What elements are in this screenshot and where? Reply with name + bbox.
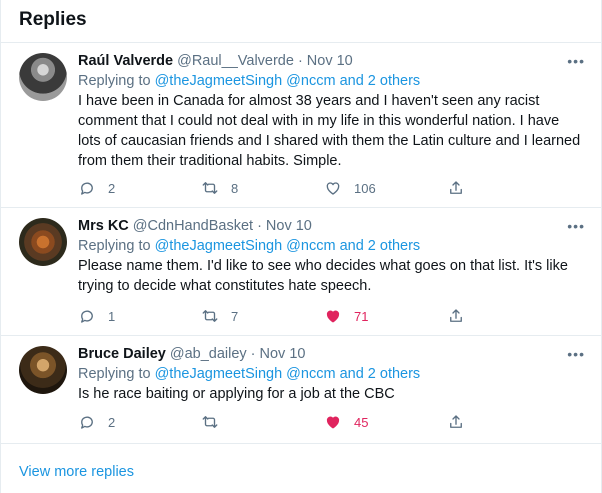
heart-outline-icon — [326, 182, 340, 195]
separator-dot: · — [297, 53, 303, 69]
replying-to-link[interactable]: @theJagmeetSingh @nccm and 2 others — [155, 238, 421, 254]
reply-text: I have been in Canada for almost 38 year… — [78, 93, 581, 169]
separator-dot: · — [257, 218, 262, 234]
replying-to: Replying to @theJagmeetSingh @nccm and 2… — [78, 71, 585, 91]
replying-to: Replying to @theJagmeetSingh @nccm and 2… — [78, 364, 585, 384]
more-dots-icon[interactable]: ••• — [567, 218, 585, 234]
replying-to-link[interactable]: @theJagmeetSingh @nccm and 2 others — [155, 366, 421, 382]
share-button[interactable] — [447, 413, 570, 431]
comment-icon — [81, 310, 93, 323]
avatar[interactable] — [19, 53, 67, 101]
action-bar: 2 45 — [78, 413, 585, 431]
reply-date[interactable]: Nov 10 — [266, 216, 312, 236]
reply-text: Is he race baiting or applying for a job… — [78, 386, 395, 402]
replying-to: Replying to @theJagmeetSingh @nccm and 2… — [78, 236, 585, 256]
replies-panel: Replies ••• Raúl Valverde @Raul__Valverd… — [0, 0, 602, 493]
retweet-icon — [202, 182, 218, 194]
like-button[interactable]: 71 — [324, 307, 447, 325]
like-count: 45 — [354, 414, 369, 430]
replying-prefix: Replying to — [78, 366, 151, 382]
separator-dot: · — [250, 346, 256, 362]
reply-button[interactable]: 2 — [78, 413, 201, 431]
reply-date[interactable]: Nov 10 — [260, 344, 306, 364]
share-icon — [450, 415, 462, 428]
retweet-count: 8 — [231, 180, 239, 196]
like-count: 106 — [354, 180, 376, 196]
author-handle[interactable]: @ab_dailey — [170, 344, 247, 364]
author-name[interactable]: Mrs KC — [78, 216, 129, 236]
replies-header: Replies — [1, 0, 601, 43]
share-icon — [450, 309, 462, 322]
comment-icon — [81, 416, 93, 429]
reply-button[interactable]: 1 — [78, 307, 201, 325]
heart-filled-icon — [326, 416, 340, 429]
reply-item[interactable]: ••• Mrs KC @CdnHandBasket · Nov 10 Reply… — [1, 208, 601, 336]
comment-icon — [81, 182, 93, 195]
replying-prefix: Replying to — [78, 73, 151, 89]
reply-count: 2 — [108, 414, 116, 430]
replying-to-link[interactable]: @theJagmeetSingh @nccm and 2 others — [155, 73, 421, 89]
retweet-icon — [202, 310, 218, 322]
share-icon — [450, 181, 462, 194]
view-more-replies-link[interactable]: View more replies — [1, 447, 601, 493]
reply-count: 2 — [108, 180, 116, 196]
like-button[interactable]: 106 — [324, 179, 447, 197]
like-button[interactable]: 45 — [324, 413, 447, 431]
author-handle[interactable]: @Raul__Valverde — [177, 51, 294, 71]
author-name[interactable]: Bruce Dailey — [78, 344, 166, 364]
reply-button[interactable]: 2 — [78, 179, 201, 197]
replying-prefix: Replying to — [78, 238, 151, 254]
reply-text: Please name them. I'd like to see who de… — [78, 258, 568, 294]
avatar[interactable] — [19, 346, 67, 394]
author-handle[interactable]: @CdnHandBasket — [133, 216, 253, 236]
heart-filled-icon — [326, 310, 340, 323]
share-button[interactable] — [447, 179, 570, 197]
share-button[interactable] — [447, 307, 570, 325]
more-dots-icon[interactable]: ••• — [567, 53, 585, 69]
like-count: 71 — [354, 308, 369, 324]
action-bar: 1 7 71 — [78, 307, 585, 325]
retweet-icon — [202, 416, 218, 428]
more-dots-icon[interactable]: ••• — [567, 346, 585, 362]
reply-count: 1 — [108, 308, 116, 324]
avatar[interactable] — [19, 218, 67, 266]
action-bar: 2 8 106 — [78, 179, 585, 197]
reply-item[interactable]: ••• Bruce Dailey @ab_dailey · Nov 10 Rep… — [1, 336, 601, 444]
replies-title: Replies — [19, 9, 87, 30]
retweet-count: 7 — [231, 308, 239, 324]
retweet-button[interactable]: 7 — [201, 307, 324, 325]
retweet-button[interactable]: 8 — [201, 179, 324, 197]
author-name[interactable]: Raúl Valverde — [78, 51, 173, 71]
reply-item[interactable]: ••• Raúl Valverde @Raul__Valverde · Nov … — [1, 43, 601, 208]
reply-date[interactable]: Nov 10 — [307, 51, 353, 71]
retweet-button[interactable] — [201, 413, 324, 431]
